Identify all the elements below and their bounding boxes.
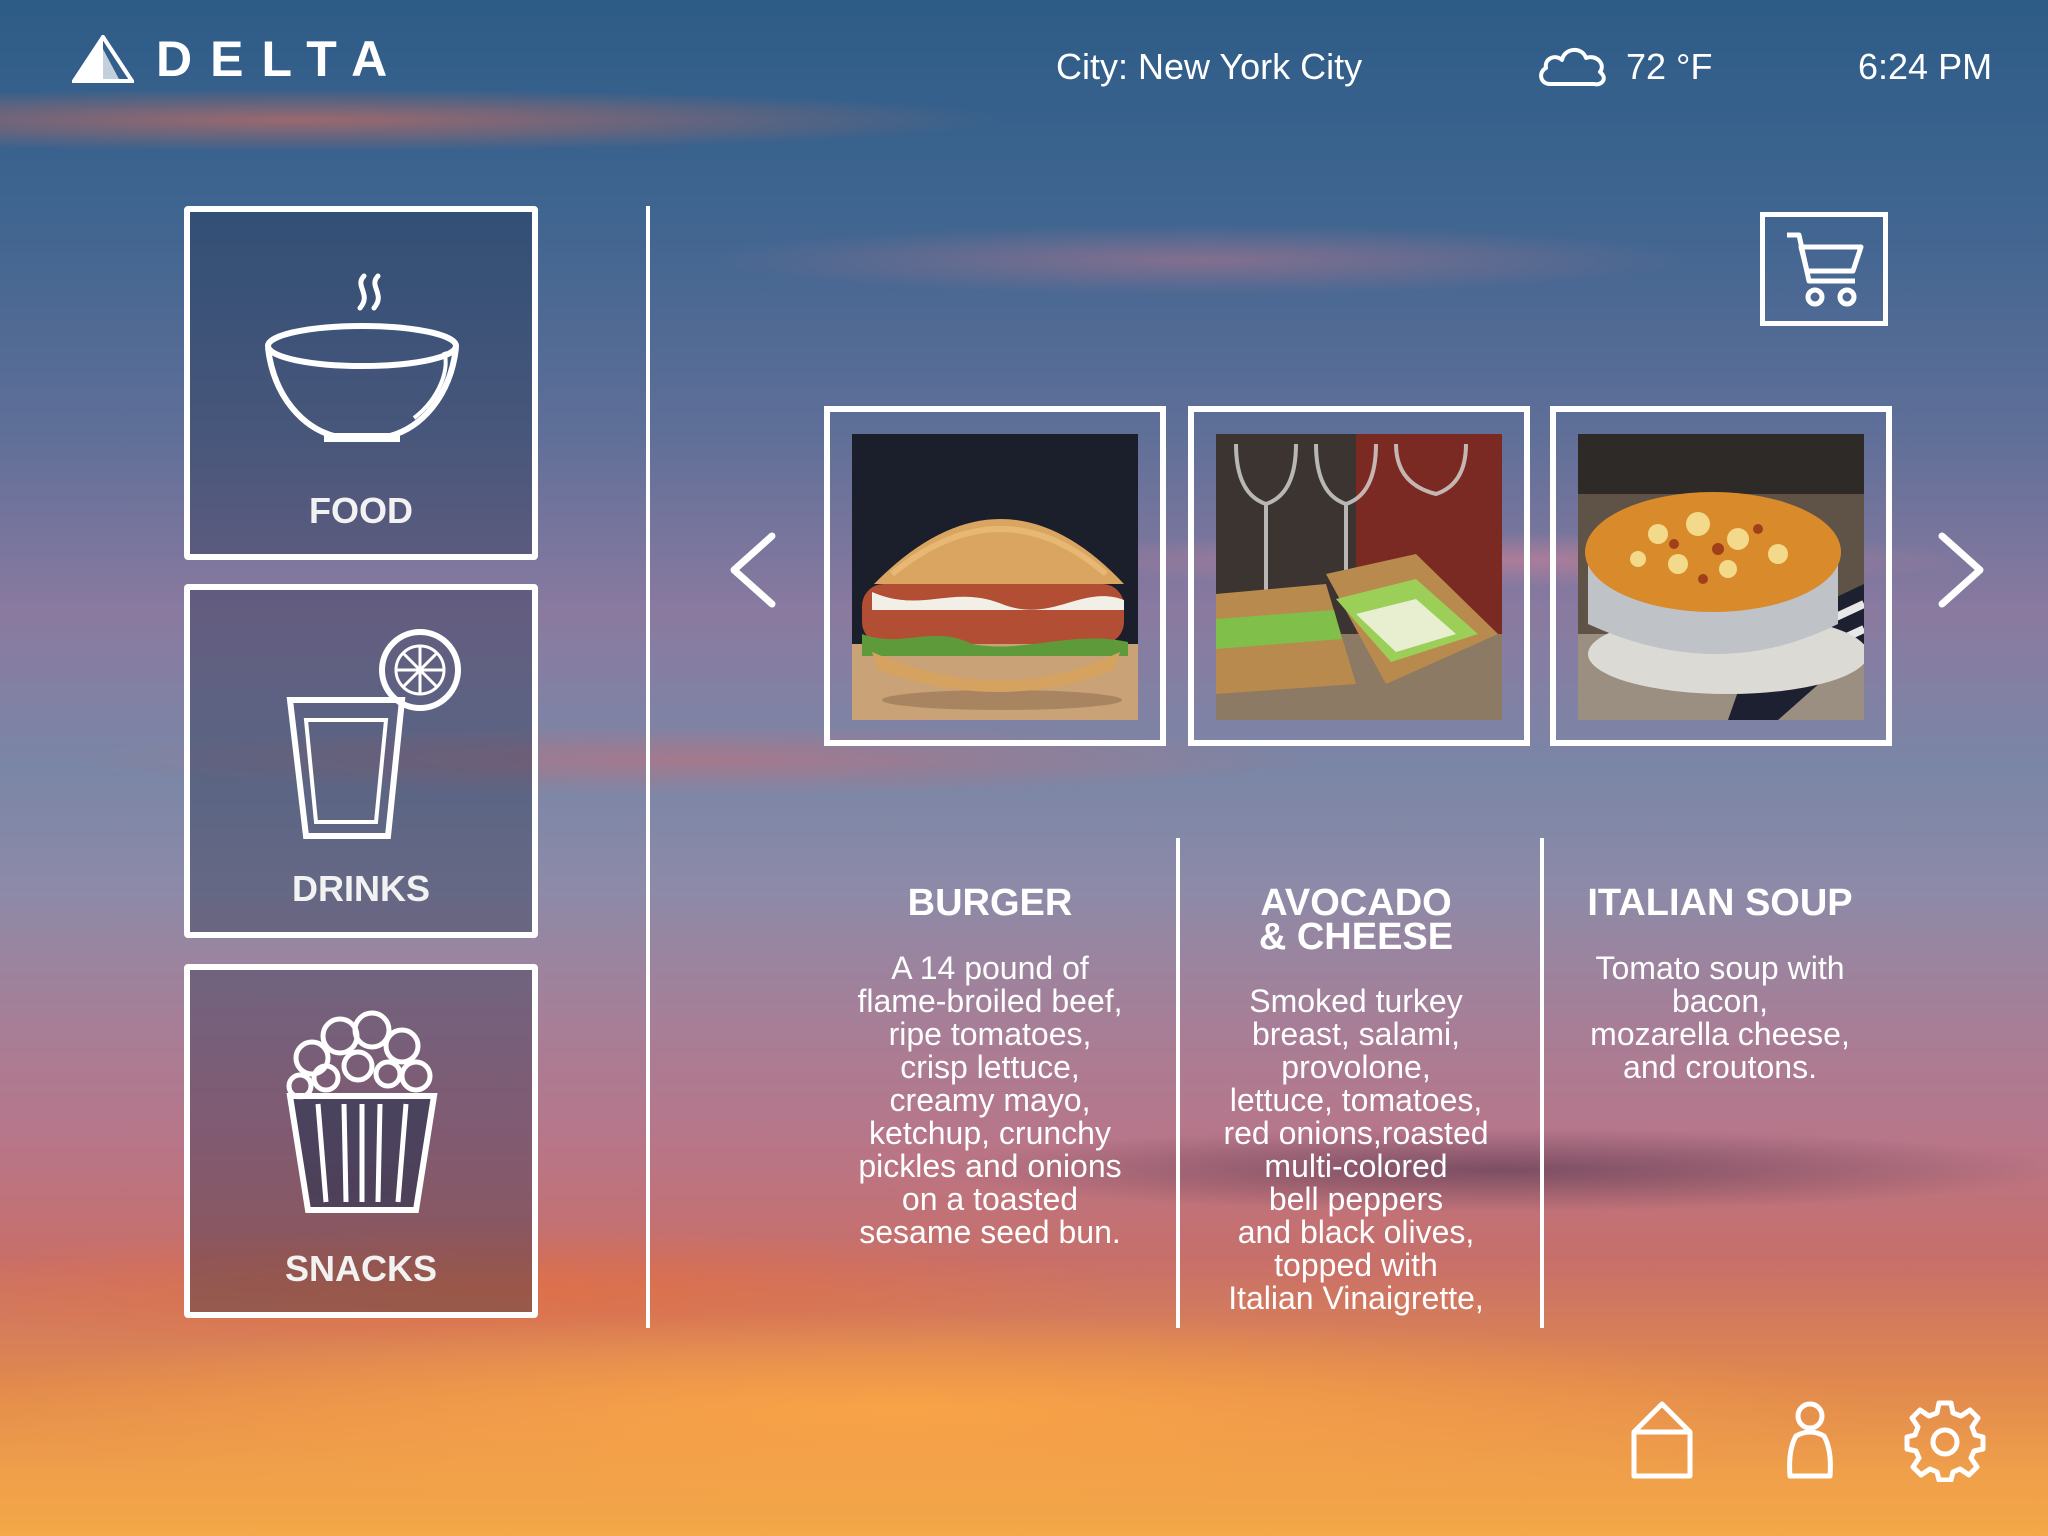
menu-card-burger[interactable]	[824, 406, 1166, 746]
home-icon[interactable]	[1630, 1400, 1694, 1480]
item-desc-avocado-cheese: Smoked turkey breast, salami, provolone,…	[1223, 983, 1489, 1316]
category-drinks-label: DRINKS	[291, 868, 430, 909]
category-snacks-label: SNACKS	[284, 1248, 437, 1289]
sandwich-photo	[1216, 434, 1502, 720]
delta-widget-icon	[72, 35, 134, 83]
item-desc-italian-soup: Tomato soup with bacon, mozarella cheese…	[1590, 950, 1850, 1085]
item-name-avocado-cheese: AVOCADO & CHEESE	[1258, 882, 1454, 958]
item-desc-burger: A 14 pound of flame-broiled beef, ripe t…	[857, 950, 1123, 1250]
menu-card-avocado-cheese[interactable]	[1188, 406, 1530, 746]
chevron-left-icon[interactable]	[724, 530, 780, 610]
soup-photo	[1578, 434, 1864, 720]
delta-logo: DELTA	[72, 30, 405, 88]
category-drinks-tile[interactable]: DRINKS	[184, 584, 538, 938]
temperature-label: 72 °F	[1626, 46, 1713, 87]
soup-bowl-icon	[265, 273, 459, 442]
brand-name: DELTA	[156, 31, 406, 87]
item-divider-2	[1540, 838, 1544, 1328]
person-icon[interactable]	[1786, 1400, 1834, 1482]
item-divider-1	[1176, 838, 1180, 1328]
chevron-right-icon[interactable]	[1934, 530, 1990, 610]
item-name-burger: BURGER	[907, 882, 1073, 924]
city-label: City: New York City	[1056, 46, 1363, 87]
time-label: 6:24 PM	[1858, 46, 1993, 87]
popcorn-icon	[286, 1010, 438, 1213]
item-name-italian-soup: ITALIAN SOUP	[1587, 882, 1853, 924]
category-snacks-tile[interactable]: SNACKS	[184, 964, 538, 1318]
burger-photo	[852, 434, 1138, 720]
category-food-label: FOOD	[309, 490, 413, 531]
menu-card-italian-soup[interactable]	[1550, 406, 1892, 746]
shopping-cart-icon	[1787, 232, 1864, 307]
cloud-icon	[1539, 48, 1606, 87]
gear-icon[interactable]	[1904, 1400, 1986, 1482]
drink-glass-icon	[286, 629, 461, 839]
cart-button[interactable]	[1760, 212, 1888, 326]
sidebar-divider	[646, 206, 650, 1328]
category-food-tile[interactable]: FOOD	[184, 206, 538, 560]
